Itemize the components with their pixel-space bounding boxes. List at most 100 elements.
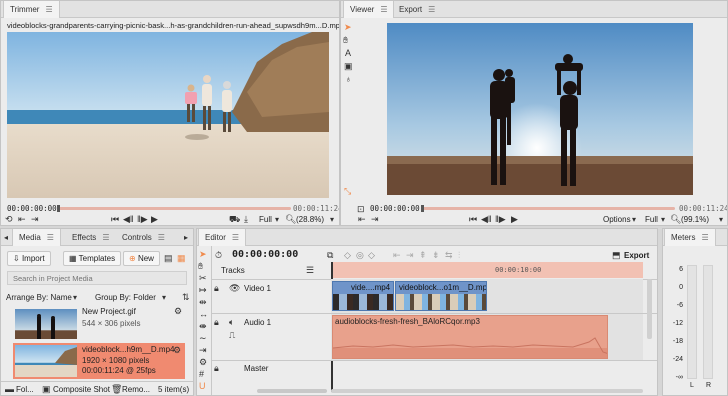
text-tool-icon[interactable]: A <box>345 48 351 58</box>
lift-icon[interactable]: ⇞ <box>419 250 427 260</box>
tab-trimmer[interactable]: Trimmer ☰ <box>3 1 60 18</box>
safe-area-icon[interactable]: ⊡ <box>357 204 365 214</box>
mark-in-icon[interactable]: ⇤ <box>18 214 26 224</box>
loop-icon[interactable]: ⟲ <box>5 214 13 224</box>
lock-icon[interactable]: 🔒︎ <box>214 317 219 327</box>
chevron-down-icon[interactable]: ▾ <box>661 215 665 225</box>
insert-icon[interactable]: ⤓ <box>244 214 248 224</box>
zoom-magnifier-icon[interactable]: 🔍︎ <box>670 214 681 224</box>
templates-button[interactable]: ▦ Templates <box>63 251 122 266</box>
tab-viewer[interactable]: Viewer ☰ <box>343 1 395 18</box>
marker-next-icon[interactable]: ◇ <box>368 250 375 260</box>
media-search-input[interactable] <box>7 271 187 285</box>
out-point-icon[interactable]: ⇥ <box>406 250 414 260</box>
export-icon[interactable]: ⬒ <box>612 250 621 260</box>
eye-icon[interactable]: 👁︎ <box>229 283 240 293</box>
grid-tool-icon[interactable]: # <box>199 369 204 379</box>
play-icon[interactable]: ▶ <box>151 214 158 224</box>
play-icon[interactable]: ▶ <box>511 214 518 224</box>
gear-icon[interactable]: ⚙ <box>174 306 182 316</box>
trimmer-zoom-mode[interactable]: Full <box>259 215 272 224</box>
video-clip[interactable]: videoblock...o1m__D.mp4 <box>395 281 487 311</box>
pen-icon[interactable]: ♁ <box>345 74 352 84</box>
lock-icon[interactable]: 🔒︎ <box>214 363 219 373</box>
step-back-icon[interactable]: ◀‖ <box>481 214 492 224</box>
marker-prev-icon[interactable]: ◇ <box>344 250 351 260</box>
gear-icon[interactable]: ⚙ <box>173 345 181 355</box>
trim-icon[interactable]: ⇆ <box>445 250 453 260</box>
list-item[interactable]: videoblock...h9m__D.mp4 1920 × 1080 pixe… <box>13 343 185 379</box>
chevron-down-icon[interactable]: ▾ <box>632 215 636 225</box>
mark-in-icon[interactable]: ⇤ <box>358 214 366 224</box>
folder-button[interactable]: Fol... <box>16 385 34 394</box>
zoom-chevron-icon[interactable]: ▾ <box>330 215 334 225</box>
split-icon[interactable]: ⫶ <box>458 250 460 260</box>
trimmer-scrub-bar[interactable] <box>59 207 291 210</box>
waveform-toggle-icon[interactable]: ⎍ <box>229 330 235 340</box>
menu-icon[interactable]: ☰ <box>102 233 109 242</box>
viewer-playhead-knob[interactable] <box>421 205 424 212</box>
lock-icon[interactable]: 🔒︎ <box>214 283 219 293</box>
composite-shot-button[interactable]: Composite Shot <box>53 385 110 394</box>
speaker-icon[interactable]: 🔈︎ <box>229 317 234 327</box>
hand-icon[interactable]: ✋︎ <box>198 261 203 271</box>
step-forward-icon[interactable]: ‖▶ <box>495 214 506 224</box>
chevron-down-icon[interactable]: ▾ <box>162 293 166 303</box>
razor-icon[interactable]: ✂ <box>199 273 207 283</box>
rate-icon[interactable]: ∼ <box>199 333 207 343</box>
slide-icon[interactable]: ⇹ <box>199 297 207 307</box>
tab-effects[interactable]: Effects ☰ <box>66 229 115 246</box>
pointer-icon[interactable]: ➤ <box>199 249 207 259</box>
extract-icon[interactable]: ⇟ <box>432 250 440 260</box>
arrange-by[interactable]: Arrange By: Name <box>6 293 72 302</box>
tab-export[interactable]: Export ☰ <box>393 1 441 18</box>
composite-icon[interactable]: ▣ <box>42 384 51 394</box>
group-by[interactable]: Group By: Folder <box>95 293 156 302</box>
ripple-icon[interactable]: ↔ <box>199 309 208 319</box>
horizontal-scrollbar[interactable] <box>257 389 327 393</box>
audio-clip[interactable]: audioblocks-fresh-fresh_BAloRCqor.mp3 <box>332 315 608 359</box>
viewer-scrub-bar[interactable] <box>423 207 675 210</box>
menu-icon[interactable]: ☰ <box>428 5 435 14</box>
editor-timecode[interactable]: 00:00:00:00 <box>232 249 298 260</box>
viewer-options[interactable]: Options <box>603 215 631 224</box>
zoom-magnifier-icon[interactable]: 🔍︎ <box>285 214 296 224</box>
trimmer-video-frame[interactable] <box>7 32 329 198</box>
settings-icon[interactable]: ⚙ <box>199 357 207 367</box>
in-point-icon[interactable]: ⇤ <box>393 250 401 260</box>
viewer-video-frame[interactable] <box>387 23 693 195</box>
timeline-scrollbar[interactable] <box>331 389 643 393</box>
insert-tool-icon[interactable]: ⇥ <box>199 345 207 355</box>
tracks-menu-icon[interactable]: ☰ <box>306 265 314 275</box>
chevron-down-icon[interactable]: ▾ <box>275 215 279 225</box>
trimmer-playhead-knob[interactable] <box>57 205 60 212</box>
tab-meters[interactable]: Meters ☰ <box>664 229 716 246</box>
chevron-down-icon[interactable]: ▾ <box>73 293 77 303</box>
go-start-icon[interactable]: ⏮ <box>469 214 477 224</box>
video-clip[interactable]: vide....mp4 <box>332 281 394 311</box>
viewer-zoom-mode[interactable]: Full <box>645 215 658 224</box>
menu-icon[interactable]: ☰ <box>45 5 52 14</box>
magnet-icon[interactable]: U <box>199 381 206 391</box>
grid-view-icon[interactable]: ▦ <box>177 253 186 263</box>
chevron-left-icon[interactable]: ◂ <box>4 233 8 243</box>
tab-editor[interactable]: Editor ☰ <box>198 229 247 246</box>
timeline-ruler[interactable]: 00:00:10:00 <box>331 262 643 278</box>
mark-out-icon[interactable]: ⇥ <box>31 214 39 224</box>
menu-icon[interactable]: ☰ <box>380 5 387 14</box>
roll-icon[interactable]: ⇼ <box>199 321 207 331</box>
new-button[interactable]: ⊕ New <box>123 251 160 266</box>
sort-icon[interactable]: ⇅ <box>182 292 190 302</box>
zoom-chevron-icon[interactable]: ▾ <box>719 215 723 225</box>
menu-icon[interactable]: ☰ <box>232 233 239 242</box>
step-forward-icon[interactable]: ‖▶ <box>137 214 148 224</box>
crop-icon[interactable]: ▣ <box>344 61 353 71</box>
marker-add-icon[interactable]: ◎ <box>356 250 364 260</box>
chevron-right-icon[interactable]: ▸ <box>184 233 188 243</box>
pointer-icon[interactable]: ➤ <box>344 22 352 32</box>
folder-icon[interactable]: ▬ <box>5 384 14 394</box>
menu-icon[interactable]: ☰ <box>47 233 54 242</box>
tab-controls[interactable]: Controls ☰ <box>116 229 171 246</box>
export-button[interactable]: Export <box>624 251 649 260</box>
import-button[interactable]: ⇩ Import <box>7 251 51 266</box>
